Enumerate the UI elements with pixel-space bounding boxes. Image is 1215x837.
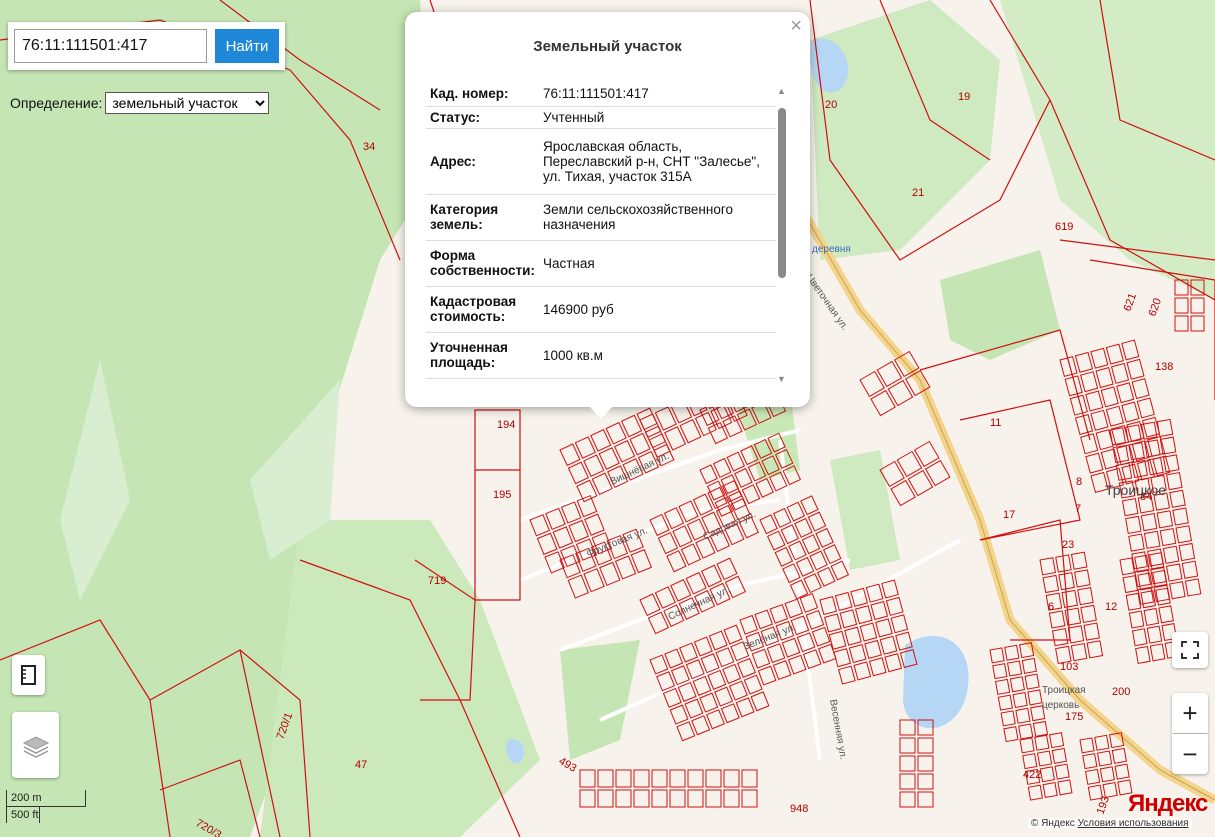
definition-label: Определение: xyxy=(10,95,103,111)
scale-imperial: 500 ft xyxy=(11,809,39,821)
row-key: Кадастровая стоимость: xyxy=(426,286,539,333)
fullscreen-icon xyxy=(1181,641,1199,659)
row-value: Частная xyxy=(538,240,776,287)
scroll-thumb[interactable] xyxy=(778,108,786,278)
row-value: Земли сельскохозяйственного назначения xyxy=(538,194,776,241)
table-row: Кадастровая стоимость: 146900 руб xyxy=(426,286,776,333)
copyright-text: © Яндекс xyxy=(1031,818,1075,829)
svg-text:175: 175 xyxy=(1065,711,1083,723)
row-key: Кад. номер: xyxy=(426,82,539,107)
search-button[interactable]: Найти xyxy=(215,29,279,63)
popup-tail xyxy=(589,406,613,419)
svg-text:200: 200 xyxy=(1112,686,1130,698)
parcel-info-table: Кад. номер: 76:11:111501:417 Статус: Учт… xyxy=(426,82,776,379)
row-key: Адрес: xyxy=(426,128,539,195)
row-value: Ярославская область, Переславский р-н, С… xyxy=(538,128,776,195)
attribution: © Яндекс Условия использования xyxy=(1028,818,1192,829)
layers-icon xyxy=(22,736,49,758)
popup-scrollbar[interactable]: ▲ ▼ xyxy=(777,86,786,384)
svg-text:719: 719 xyxy=(428,575,446,587)
row-key: Уточненная площадь: xyxy=(426,332,539,379)
svg-text:21: 21 xyxy=(912,187,924,199)
row-key: Форма собственности: xyxy=(426,240,539,287)
popup-title: Земельный участок xyxy=(533,38,682,55)
table-row: Форма собственности: Частная xyxy=(426,240,776,287)
svg-text:194: 194 xyxy=(497,419,515,431)
row-value: 1000 кв.м xyxy=(538,332,776,379)
table-row: Статус: Учтенный xyxy=(426,106,776,129)
svg-text:619: 619 xyxy=(1055,221,1073,233)
row-value: 146900 руб xyxy=(538,286,776,333)
svg-text:церковь: церковь xyxy=(1042,700,1079,711)
zoom-out-button[interactable]: − xyxy=(1172,734,1208,774)
terms-link[interactable]: Условия использования xyxy=(1078,818,1189,829)
svg-text:19: 19 xyxy=(958,91,970,103)
scale-bar: 200 m 500 ft xyxy=(6,790,86,837)
ruler-icon xyxy=(20,665,36,685)
search-panel: Найти xyxy=(8,22,285,70)
parcel-info-popup: × Земельный участок Кад. номер: 76:11:11… xyxy=(405,12,810,419)
row-value: Учтенный xyxy=(538,106,776,129)
zoom-in-button[interactable]: + xyxy=(1172,693,1208,733)
table-row: Кад. номер: 76:11:111501:417 xyxy=(426,82,776,107)
svg-text:8: 8 xyxy=(1076,476,1082,488)
svg-text:деревня: деревня xyxy=(812,244,851,255)
scroll-down-icon[interactable]: ▼ xyxy=(777,374,786,384)
svg-text:422: 422 xyxy=(1023,769,1041,781)
svg-text:12: 12 xyxy=(1105,601,1117,613)
layers-button[interactable] xyxy=(12,712,59,778)
row-value: 76:11:111501:417 xyxy=(538,82,776,107)
row-key: Категория земель: xyxy=(426,194,539,241)
close-icon[interactable]: × xyxy=(790,16,802,36)
svg-text:195: 195 xyxy=(493,489,511,501)
definition-select[interactable]: земельный участок xyxy=(105,92,270,114)
svg-text:Троицкая: Троицкая xyxy=(1042,685,1086,696)
table-row: Категория земель: Земли сельскохозяйстве… xyxy=(426,194,776,241)
svg-text:138: 138 xyxy=(1155,361,1173,373)
svg-text:948: 948 xyxy=(790,803,808,815)
fullscreen-button[interactable] xyxy=(1172,632,1208,668)
cadastral-search-input[interactable] xyxy=(14,29,207,63)
svg-text:Троицкое: Троицкое xyxy=(1105,482,1166,498)
svg-text:11: 11 xyxy=(990,417,1001,429)
ruler-button[interactable] xyxy=(12,655,45,695)
svg-text:47: 47 xyxy=(355,759,367,771)
table-row: Уточненная площадь: 1000 кв.м xyxy=(426,332,776,379)
svg-text:103: 103 xyxy=(1060,661,1078,673)
svg-text:23: 23 xyxy=(1062,539,1074,551)
scale-metric: 200 m xyxy=(11,792,42,804)
row-key: Статус: xyxy=(426,106,539,129)
svg-text:6: 6 xyxy=(1048,601,1054,613)
svg-text:20: 20 xyxy=(825,99,837,111)
definition-row: Определение: земельный участок xyxy=(10,92,270,114)
svg-text:7: 7 xyxy=(1075,503,1081,515)
svg-text:34: 34 xyxy=(363,141,375,153)
scroll-up-icon[interactable]: ▲ xyxy=(777,86,786,96)
table-row: Адрес: Ярославская область, Переславский… xyxy=(426,128,776,195)
yandex-logo[interactable]: Яндекс xyxy=(1128,790,1208,818)
svg-text:17: 17 xyxy=(1003,509,1015,521)
